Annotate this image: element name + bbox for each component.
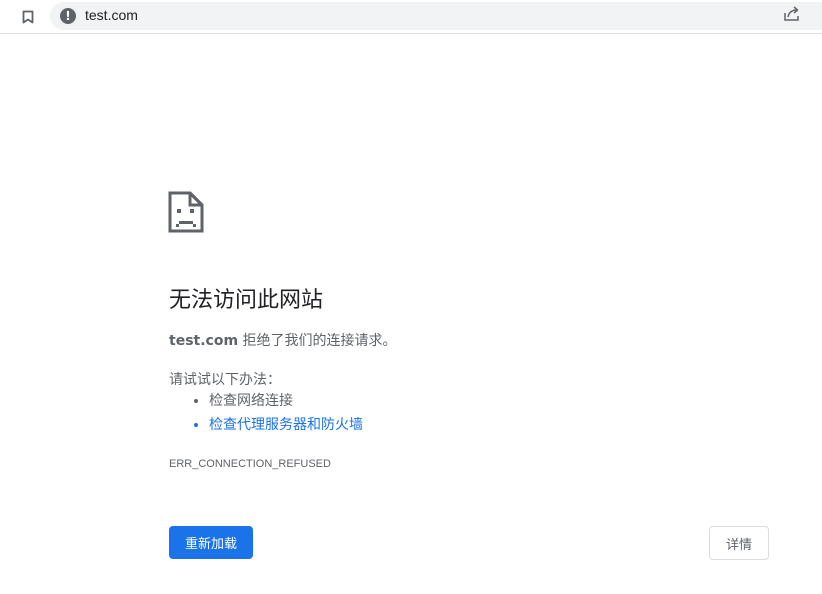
suggestions-list: 检查网络连接 检查代理服务器和防火墙 — [169, 392, 363, 440]
browser-toolbar: ! test.com — [0, 0, 822, 34]
details-button[interactable]: 详情 — [709, 526, 769, 560]
error-host: test.com — [169, 333, 239, 349]
suggestions-label: 请试试以下办法： — [169, 372, 281, 388]
url-text[interactable]: test.com — [85, 7, 138, 23]
error-code: ERR_CONNECTION_REFUSED — [169, 458, 331, 470]
error-title: 无法访问此网站 — [169, 288, 324, 313]
address-bar[interactable]: ! test.com — [50, 2, 822, 30]
sad-page-icon — [168, 191, 204, 233]
info-icon[interactable]: ! — [60, 8, 76, 24]
bookmark-icon[interactable] — [16, 6, 40, 28]
reload-button[interactable]: 重新加载 — [169, 526, 253, 559]
error-description-text: 拒绝了我们的连接请求。 — [238, 333, 397, 349]
error-description: test.com 拒绝了我们的连接请求。 — [169, 330, 397, 350]
suggestion-check-network: 检查网络连接 — [209, 392, 363, 416]
share-icon[interactable] — [782, 5, 802, 23]
suggestion-check-proxy-link[interactable]: 检查代理服务器和防火墙 — [209, 416, 363, 440]
